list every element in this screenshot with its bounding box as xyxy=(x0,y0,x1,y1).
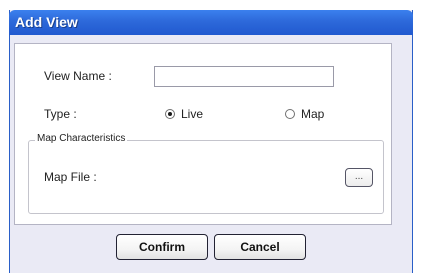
dialog-title: Add View xyxy=(15,14,78,30)
type-label: Type : xyxy=(44,107,77,121)
radio-map-indicator[interactable] xyxy=(285,109,295,119)
radio-map-label: Map xyxy=(301,107,325,121)
browse-map-file-button[interactable]: ... xyxy=(345,168,373,187)
cancel-button[interactable]: Cancel xyxy=(214,234,306,260)
radio-live[interactable]: Live xyxy=(165,107,203,121)
confirm-button[interactable]: Confirm xyxy=(116,234,208,260)
map-characteristics-legend: Map Characteristics xyxy=(35,133,128,144)
view-name-label: View Name : xyxy=(44,69,112,83)
view-name-input[interactable] xyxy=(154,66,334,87)
map-file-label: Map File : xyxy=(44,170,97,184)
radio-map[interactable]: Map xyxy=(285,107,324,121)
title-bar[interactable]: Add View xyxy=(9,10,413,35)
radio-live-indicator[interactable] xyxy=(165,109,175,119)
radio-live-label: Live xyxy=(181,107,204,121)
